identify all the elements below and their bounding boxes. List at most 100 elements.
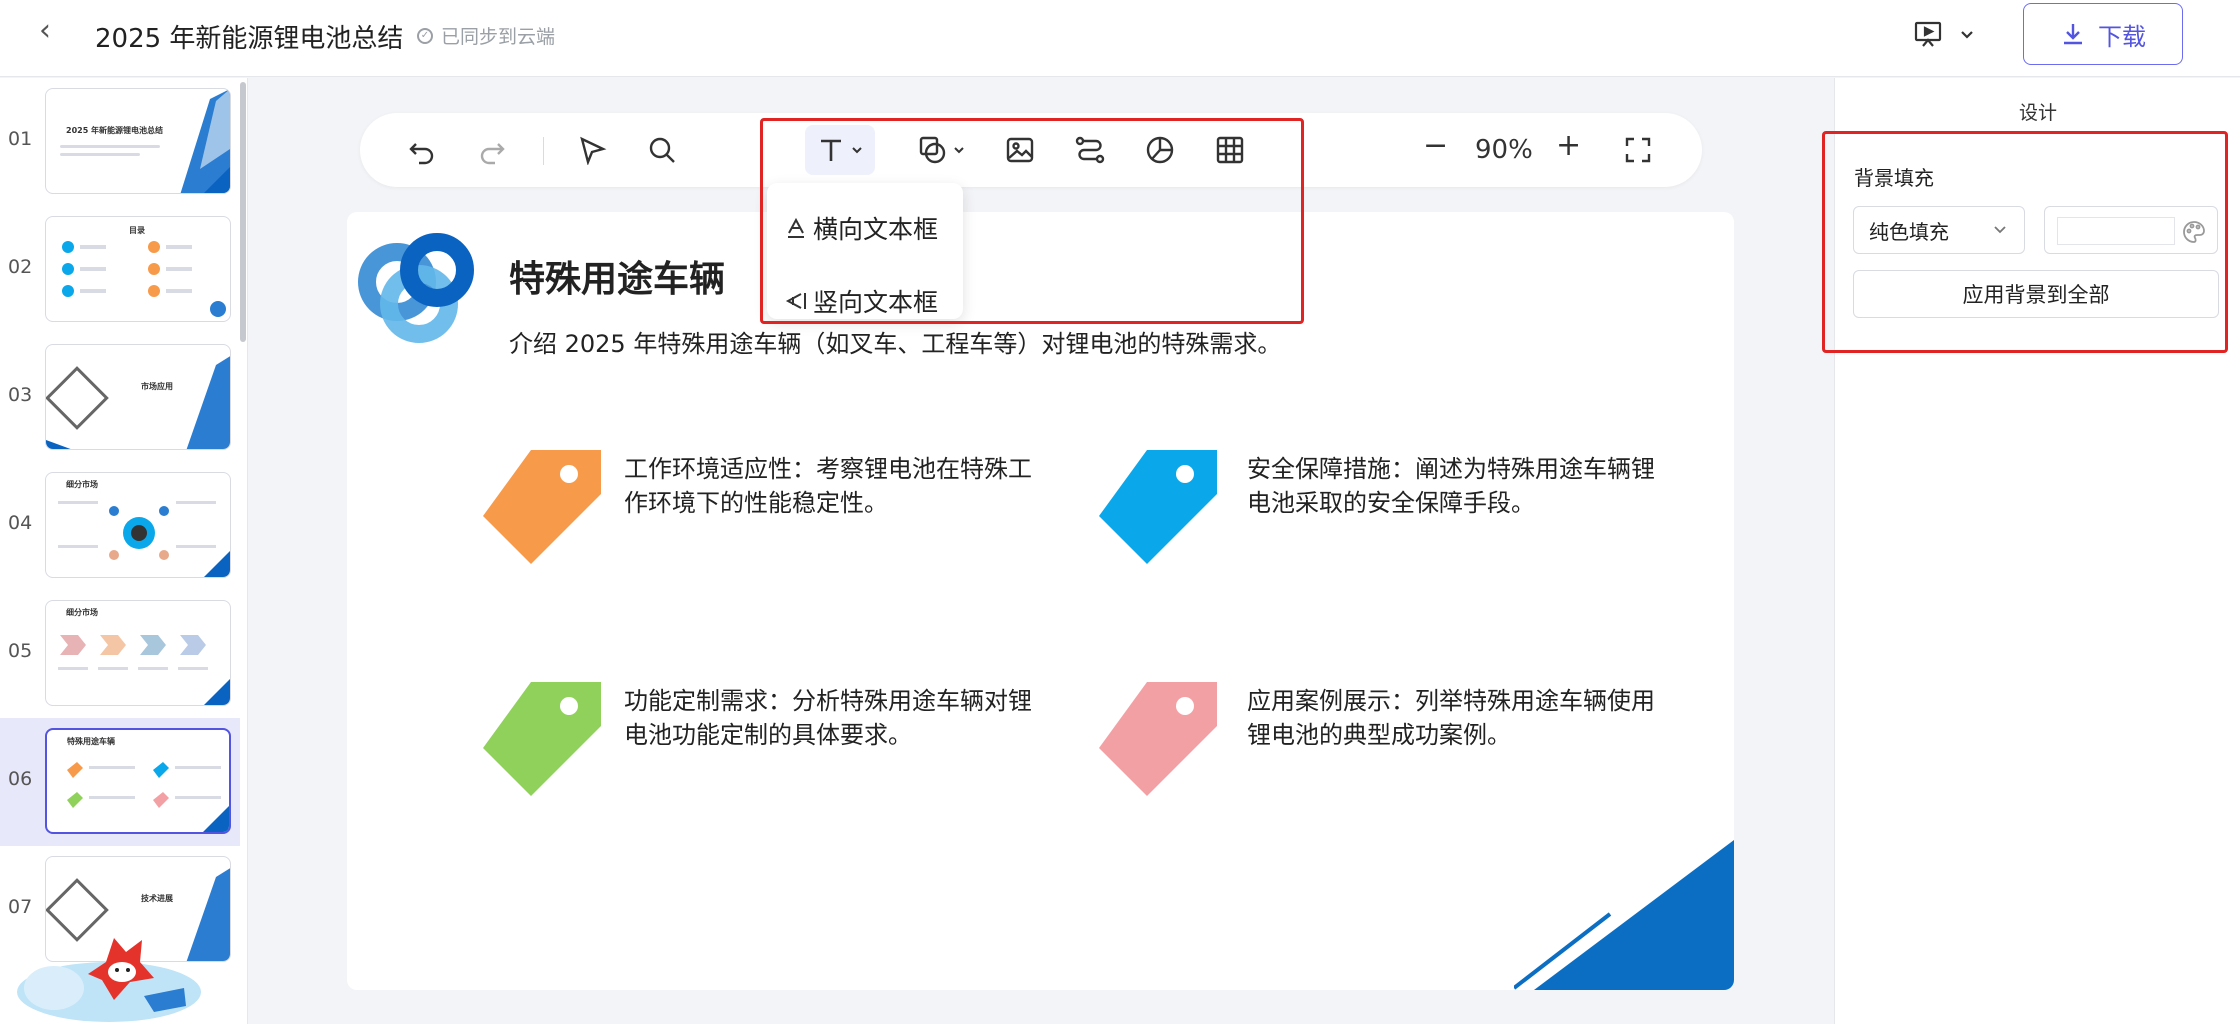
undo-icon	[409, 143, 434, 165]
rings-logo-graphic	[358, 233, 474, 343]
fullscreen-button[interactable]	[1618, 130, 1658, 170]
insert-chart-button[interactable]	[1140, 130, 1180, 170]
pie-chart-icon	[1146, 136, 1174, 164]
option-label: 竖向文本框	[813, 288, 939, 317]
download-button[interactable]: 下载	[2023, 3, 2183, 65]
thumbnail-text-line	[60, 153, 140, 156]
thumbnail-number: 05	[8, 640, 33, 662]
mascot-fox-image	[17, 938, 201, 1022]
fill-color-picker[interactable]	[2044, 206, 2218, 254]
download-label: 下载	[2098, 22, 2146, 51]
fullscreen-icon	[1625, 137, 1651, 163]
undo-button[interactable]	[402, 130, 442, 170]
image-icon	[1006, 137, 1034, 163]
thumbnail[interactable]: 2025 年新能源锂电池总结	[45, 88, 231, 194]
cursor-arrow-icon	[580, 136, 607, 165]
vertical-text-icon	[785, 293, 806, 309]
card-text[interactable]: 应用案例展示：列举特殊用途车辆使用锂电池的典型成功案例。	[1247, 684, 1667, 752]
horizontal-text-icon	[788, 217, 804, 238]
tag-icon	[483, 682, 601, 796]
thumbnail-row[interactable]: 04 细分市场	[0, 462, 240, 590]
tag-icon	[483, 450, 601, 564]
vertical-textbox-option[interactable]: 竖向文本框	[785, 281, 938, 321]
present-button[interactable]	[1912, 16, 1992, 52]
thumbnail-text-line	[60, 145, 160, 148]
search-button[interactable]	[642, 130, 682, 170]
thumbnail-scrollbar[interactable]	[240, 82, 246, 342]
thumbnail-number: 03	[8, 384, 33, 406]
thumbnail-number: 07	[8, 896, 33, 918]
sync-status-text: 已同步到云端	[441, 26, 556, 48]
insert-connector-button[interactable]	[1070, 130, 1110, 170]
table-grid-icon	[1216, 136, 1244, 164]
thumbnail-corner	[204, 167, 230, 193]
fill-type-select[interactable]: 纯色填充	[1853, 206, 2025, 254]
fill-type-value: 纯色填充	[1869, 219, 1949, 244]
thumbnail-number: 06	[8, 768, 33, 790]
zoom-out-button[interactable]: −	[1423, 131, 1448, 161]
card-text[interactable]: 安全保障措施：阐述为特殊用途车辆锂电池采取的安全保障手段。	[1247, 452, 1667, 520]
thumbnail[interactable]: 细分市场	[45, 472, 231, 578]
redo-button[interactable]	[472, 130, 512, 170]
thumbnail[interactable]: 市场应用	[45, 344, 231, 450]
chevron-down-icon	[1961, 31, 1973, 39]
zoom-in-button[interactable]: +	[1556, 131, 1581, 161]
top-header: ‹ 2025 年新能源锂电池总结 ✓ 已同步到云端 下载	[0, 0, 2240, 77]
zoom-level: 90%	[1475, 135, 1533, 165]
tag-icon	[1099, 450, 1217, 564]
search-icon	[649, 137, 675, 163]
thumbnail-row[interactable]: 01 2025 年新能源锂电池总结	[0, 78, 240, 206]
editor-toolbar: − 90% +	[360, 113, 1702, 187]
apply-button-label: 应用背景到全部	[1962, 283, 2110, 307]
palette-icon[interactable]	[2181, 219, 2207, 245]
thumbnail-corner	[203, 806, 229, 832]
chevron-down-icon	[852, 147, 862, 154]
thumbnail-corner	[204, 551, 230, 577]
shapes-icon	[919, 136, 946, 164]
thumbnail-row[interactable]: 03 市场应用	[0, 334, 240, 462]
text-t-icon	[821, 139, 841, 161]
option-label: 横向文本框	[813, 215, 939, 244]
connector-icon	[1075, 136, 1105, 164]
horizontal-textbox-option[interactable]: 横向文本框	[785, 208, 938, 248]
color-swatch[interactable]	[2057, 217, 2175, 245]
thumbnail-section-graphic	[46, 356, 230, 449]
check-circle-icon: ✓	[417, 27, 433, 44]
insert-text-button[interactable]	[805, 125, 875, 175]
insert-shape-button[interactable]	[912, 130, 972, 170]
thumbnail-number: 04	[8, 512, 33, 534]
thumbnail[interactable]: 目录	[45, 216, 231, 322]
slide-canvas[interactable]: 特殊用途车辆 介绍 2025 年特殊用途车辆（如叉车、工程车等）对锂电池的特殊需…	[347, 212, 1734, 990]
sync-status: ✓ 已同步到云端	[417, 22, 555, 49]
thumbnail-number: 02	[8, 256, 33, 278]
slide-thumbnail-panel[interactable]: 01 2025 年新能源锂电池总结 02 目录 03 市场应用 04 细分市场 …	[0, 78, 248, 1024]
design-panel: 设计 背景填充 纯色填充 应用背景到全部	[1834, 78, 2240, 1024]
back-button[interactable]: ‹	[30, 16, 60, 46]
thumbnail[interactable]: 特殊用途车辆	[45, 728, 231, 834]
text-box-dropdown: 横向文本框 竖向文本框	[767, 183, 963, 319]
chevron-down-icon	[1994, 226, 2006, 234]
download-icon	[2064, 24, 2082, 45]
insert-image-button[interactable]	[1000, 130, 1040, 170]
panel-title: 设计	[2018, 102, 2057, 124]
slide-subtitle[interactable]: 介绍 2025 年特殊用途车辆（如叉车、工程车等）对锂电池的特殊需求。	[509, 324, 1281, 359]
redo-icon	[480, 143, 505, 165]
thumbnail-row-active[interactable]: 06 特殊用途车辆	[0, 718, 240, 846]
chevron-down-icon	[954, 147, 964, 154]
tag-icon	[1099, 682, 1217, 796]
slide-title[interactable]: 特殊用途车辆	[509, 250, 725, 302]
document-title[interactable]: 2025 年新能源锂电池总结	[95, 18, 403, 55]
thumbnail-row[interactable]: 02 目录	[0, 206, 240, 334]
apply-background-to-all-button[interactable]: 应用背景到全部	[1853, 270, 2219, 318]
toolbar-separator	[543, 137, 544, 165]
thumbnail-row[interactable]: 05 细分市场	[0, 590, 240, 718]
slide-corner-decoration	[1514, 840, 1734, 990]
select-tool-button[interactable]	[572, 130, 612, 170]
card-text[interactable]: 工作环境适应性：考察锂电池在特殊工作环境下的性能稳定性。	[624, 452, 1044, 520]
card-text[interactable]: 功能定制需求：分析特殊用途车辆对锂电池功能定制的具体要求。	[624, 684, 1044, 752]
chevron-left-icon: ‹	[39, 13, 51, 48]
thumbnail[interactable]: 细分市场	[45, 600, 231, 706]
presentation-icon	[1914, 21, 1942, 47]
insert-table-button[interactable]	[1210, 130, 1250, 170]
thumbnail-title: 2025 年新能源锂电池总结	[66, 126, 164, 135]
